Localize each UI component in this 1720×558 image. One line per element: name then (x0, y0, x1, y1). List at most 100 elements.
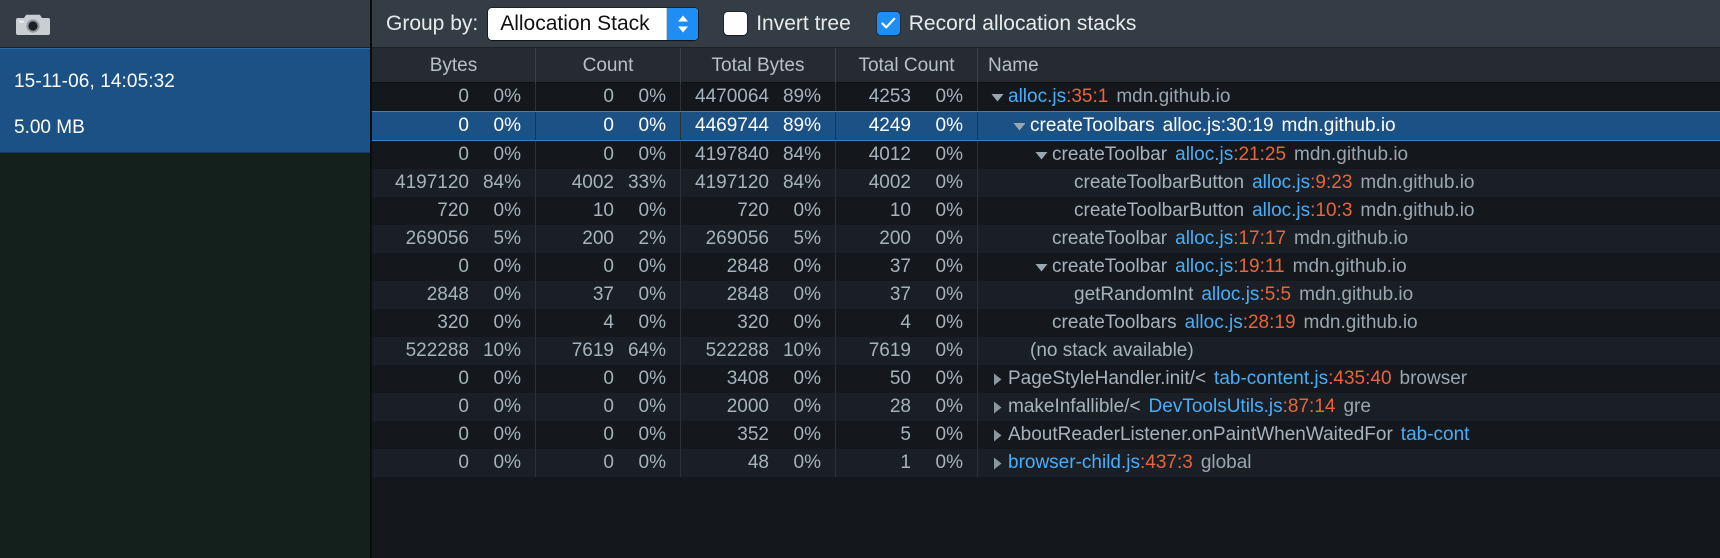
row-source-location[interactable]: alloc.js:30:19 (1163, 115, 1274, 137)
row-total-bytes: 522288 (705, 340, 769, 361)
row-total-count-percent: 0% (935, 368, 963, 389)
row-name-cell[interactable]: PageStyleHandler.init/< tab-content.js:43… (978, 365, 1720, 393)
row-total-bytes-cell: 2848 0% (681, 281, 836, 309)
row-total-count: 4249 (868, 115, 911, 136)
row-source-location[interactable]: alloc.js:19:11 (1175, 256, 1285, 278)
row-count-percent: 64% (627, 340, 666, 361)
row-source-linecol: :21:25 (1233, 144, 1287, 165)
row-source-host: gre (1343, 396, 1371, 417)
row-bytes: 720 (437, 200, 469, 221)
row-name-cell[interactable]: createToolbars alloc.js:30:19 mdn.github.i… (978, 112, 1720, 140)
chevron-right-icon[interactable] (986, 373, 1008, 386)
table-row[interactable]: 0 0% 0 0% 3408 0% 50 0% PageStyleHandler.init/< t… (372, 365, 1720, 393)
row-total-bytes: 352 (737, 424, 769, 445)
row-name-cell[interactable]: createToolbars alloc.js:28:19 mdn.github.i… (978, 309, 1720, 337)
row-bytes-cell: 269056 5% (372, 225, 536, 253)
table-row[interactable]: 4197120 84% 4002 33% 4197120 84% 4002 0% createT… (372, 169, 1720, 197)
row-source-file: alloc.js (1175, 256, 1234, 277)
row-count: 7619 (571, 340, 614, 361)
row-name-cell[interactable]: makeInfallible/< DevToolsUtils.js:87:14 gr… (978, 393, 1720, 421)
column-header-total-count[interactable]: Total Count (836, 48, 978, 83)
row-total-count-cell: 7619 0% (836, 337, 978, 365)
table-row[interactable]: 0 0% 0 0% 48 0% 1 0% browser-child.js:437:3 globa… (372, 449, 1720, 477)
row-name-cell[interactable]: browser-child.js:437:3 global (978, 449, 1720, 477)
row-total-count-percent: 0% (935, 144, 963, 165)
row-source-location[interactable]: alloc.js:5:5 (1201, 284, 1291, 306)
row-total-bytes: 4197120 (695, 172, 769, 193)
row-source-location[interactable]: browser-child.js:437:3 (1008, 452, 1193, 474)
row-name-cell[interactable]: createToolbar alloc.js:19:11 mdn.github.io (978, 253, 1720, 281)
row-name-cell[interactable]: createToolbar alloc.js:17:17 mdn.github.io (978, 225, 1720, 253)
table-row[interactable]: 0 0% 0 0% 2000 0% 28 0% makeInfallible/< DevTools… (372, 393, 1720, 421)
row-name-cell[interactable]: AboutReaderListener.onPaintWhenWaitedFor… (978, 421, 1720, 449)
row-bytes-cell: 0 0% (372, 421, 536, 449)
row-total-bytes-percent: 10% (782, 340, 821, 361)
table-row[interactable]: 269056 5% 200 2% 269056 5% 200 0% createToolbar a… (372, 225, 1720, 253)
row-total-count-cell: 4012 0% (836, 141, 978, 169)
record-allocation-stacks-checkbox[interactable]: Record allocation stacks (876, 12, 1136, 36)
row-count-cell: 0 0% (536, 393, 681, 421)
table-row[interactable]: 0 0% 0 0% 4469744 89% 4249 0% createToolbars allo… (372, 111, 1720, 141)
row-source-location[interactable]: tab-cont (1401, 424, 1470, 446)
table-row[interactable]: 0 0% 0 0% 2848 0% 37 0% createToolbar alloc.js:19… (372, 253, 1720, 281)
row-total-bytes-percent: 0% (793, 284, 821, 305)
row-name-cell[interactable]: getRandomInt alloc.js:5:5 mdn.github.io (978, 281, 1720, 309)
table-row[interactable]: 0 0% 0 0% 352 0% 5 0% AboutReaderListener.onPain… (372, 421, 1720, 449)
table-row[interactable]: 522288 10% 7619 64% 522288 10% 7619 0% (no stack… (372, 337, 1720, 365)
chevron-down-icon[interactable] (1030, 151, 1052, 160)
table-row[interactable]: 0 0% 0 0% 4197840 84% 4012 0% createToolbar alloc… (372, 141, 1720, 169)
snapshot-size: 5.00 MB (14, 117, 85, 138)
row-source-location[interactable]: alloc.js:21:25 (1175, 144, 1286, 166)
column-header-name[interactable]: Name (978, 48, 1720, 83)
chevron-right-icon[interactable] (986, 401, 1008, 414)
row-name-cell[interactable]: alloc.js:35:1 mdn.github.io (978, 83, 1720, 111)
table-row[interactable]: 320 0% 4 0% 320 0% 4 0% createToolbars alloc.js:2… (372, 309, 1720, 337)
row-source-linecol: :35:1 (1066, 86, 1109, 107)
main-toolbar: Group by: Allocation Stack Invert tree R… (372, 0, 1720, 48)
column-header-total-bytes[interactable]: Total Bytes (681, 48, 836, 83)
row-function-name: createToolbar (1052, 228, 1168, 249)
row-total-bytes: 2848 (726, 256, 769, 277)
row-source-location[interactable]: alloc.js:35:1 (1008, 86, 1108, 108)
row-total-bytes-cell: 352 0% (681, 421, 836, 449)
row-source-location[interactable]: alloc.js:28:19 (1185, 312, 1296, 334)
row-name-cell[interactable]: (no stack available) (978, 337, 1720, 365)
row-bytes-cell: 0 0% (372, 141, 536, 169)
chevron-right-icon[interactable] (986, 429, 1008, 442)
table-row[interactable]: 720 0% 10 0% 720 0% 10 0% createToolbarButton all… (372, 197, 1720, 225)
row-total-count-cell: 4249 0% (836, 112, 978, 140)
chevron-right-icon[interactable] (986, 457, 1008, 470)
memory-tool-panel: 15-11-06, 14:05:32 5.00 MB Group by: All… (0, 0, 1720, 558)
chevron-down-icon[interactable] (986, 93, 1008, 102)
row-total-bytes-percent: 5% (793, 228, 821, 249)
checkbox-box-checked (876, 12, 900, 35)
row-total-count-percent: 0% (935, 86, 963, 107)
row-count-percent: 0% (638, 452, 666, 473)
row-source-file: alloc.js (1252, 172, 1311, 193)
allocation-tree[interactable]: Bytes Count Total Bytes Total Count Name… (372, 48, 1720, 558)
row-bytes: 0 (458, 396, 469, 417)
group-by-select[interactable]: Allocation Stack (488, 7, 699, 40)
snapshot-list-item[interactable]: 15-11-06, 14:05:32 5.00 MB (0, 48, 370, 153)
table-row[interactable]: 0 0% 0 0% 4470064 89% 4253 0% alloc.js:35:1 mdn.g… (372, 83, 1720, 111)
column-header-bytes[interactable]: Bytes (372, 48, 536, 83)
row-source-location[interactable]: alloc.js:10:3 (1252, 200, 1352, 222)
row-source-location[interactable]: alloc.js:17:17 (1175, 228, 1286, 250)
column-header-count[interactable]: Count (536, 48, 681, 83)
row-name-cell[interactable]: createToolbarButton alloc.js:9:23 mdn.gith… (978, 169, 1720, 197)
row-total-count-cell: 1 0% (836, 449, 978, 477)
row-name-cell[interactable]: createToolbarButton alloc.js:10:3 mdn.gith… (978, 197, 1720, 225)
row-source-location[interactable]: DevToolsUtils.js:87:14 (1149, 396, 1336, 418)
row-total-count: 4012 (868, 144, 911, 165)
chevron-down-icon[interactable] (1008, 122, 1030, 131)
row-bytes-cell: 0 0% (372, 393, 536, 421)
camera-icon[interactable] (16, 11, 50, 37)
table-row[interactable]: 2848 0% 37 0% 2848 0% 37 0% getRandomInt alloc.js… (372, 281, 1720, 309)
row-source-location[interactable]: alloc.js:9:23 (1252, 172, 1352, 194)
row-source-location[interactable]: tab-content.js:435:40 (1214, 368, 1391, 390)
chevron-down-icon[interactable] (1030, 263, 1052, 272)
group-by-label: Group by: (386, 11, 479, 35)
row-total-count: 4002 (868, 172, 911, 193)
invert-tree-checkbox[interactable]: Invert tree (724, 12, 851, 36)
row-name-cell[interactable]: createToolbar alloc.js:21:25 mdn.github.io (978, 141, 1720, 169)
